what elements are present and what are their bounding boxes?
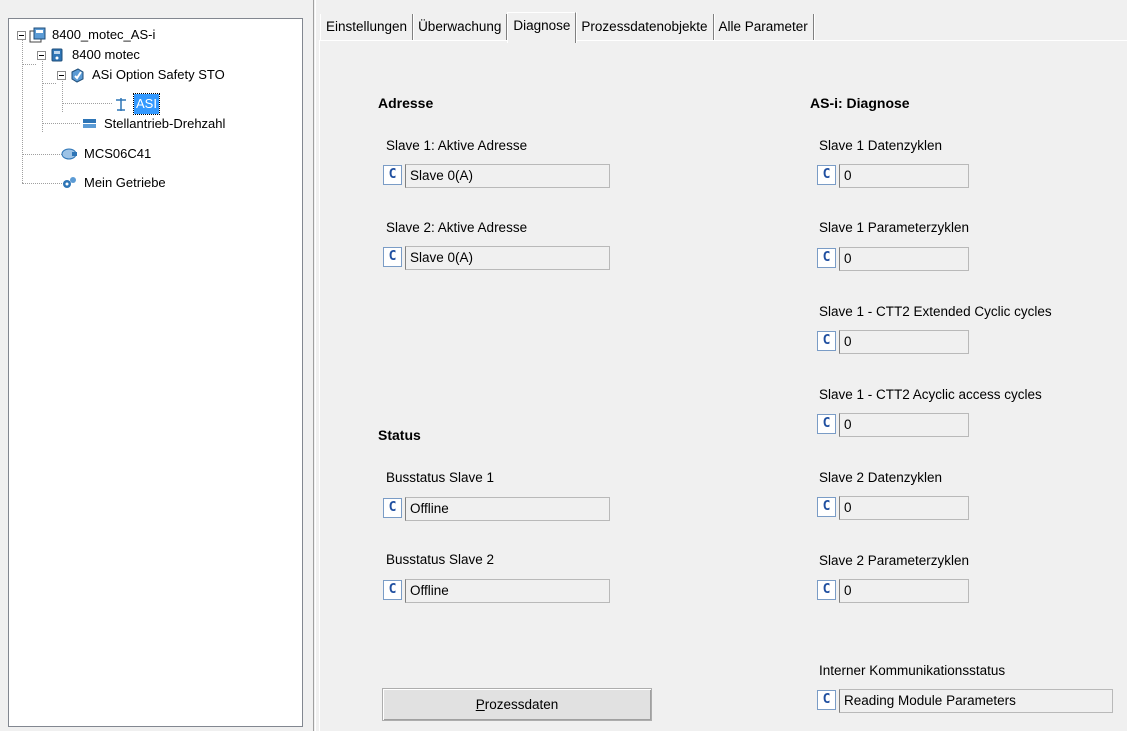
- comm-status-field: Reading Module Parameters: [839, 689, 1113, 713]
- busstatus-slave2-label: Busstatus Slave 2: [386, 552, 494, 567]
- tab-prozessdatenobjekte[interactable]: Prozessdatenobjekte: [576, 14, 713, 40]
- tree-node-motor[interactable]: MCS06C41: [61, 144, 153, 164]
- diag-label: Slave 1 - CTT2 Acyclic access cycles: [819, 387, 1042, 402]
- asi-diagnose-heading: AS-i: Diagnose: [810, 95, 910, 111]
- copy-value-button[interactable]: C: [817, 414, 836, 434]
- tab-alle-parameter[interactable]: Alle Parameter: [714, 14, 814, 40]
- tree-node-label: ASi Option Safety STO: [90, 65, 227, 85]
- copy-value-button[interactable]: C: [817, 331, 836, 351]
- tree-node-label: 8400 motec: [70, 45, 142, 65]
- copy-value-button[interactable]: C: [817, 248, 836, 268]
- comm-status-row: C Reading Module Parameters: [817, 689, 1113, 713]
- tab-diagnose[interactable]: Diagnose: [507, 12, 576, 43]
- copy-value-button[interactable]: C: [383, 580, 402, 600]
- slave2-address-row: C Slave 0(A): [383, 246, 610, 270]
- collapse-icon[interactable]: [37, 51, 46, 60]
- tree-node-drive[interactable]: 8400 motec: [37, 45, 142, 65]
- tab-ueberwachung[interactable]: Überwachung: [413, 14, 507, 40]
- diag-label: Slave 2 Parameterzyklen: [819, 553, 969, 568]
- gearbox-icon: [61, 175, 78, 191]
- copy-value-button[interactable]: C: [817, 690, 836, 710]
- tree-node-label: 8400_motec_AS-i: [50, 25, 157, 45]
- tree-node-safety-module[interactable]: ASi Option Safety STO: [57, 65, 227, 85]
- project-tree[interactable]: 8400_motec_AS-i 8400 motec ASi Option Sa…: [8, 18, 303, 727]
- diag-row: C 0: [817, 496, 969, 520]
- busstatus-slave2-field: Offline: [405, 579, 610, 603]
- busstatus-slave1-row: C Offline: [383, 497, 610, 521]
- comm-status-label: Interner Kommunikationsstatus: [819, 663, 1005, 678]
- tree-node-label: Mein Getriebe: [82, 173, 168, 193]
- slave2-address-label: Slave 2: Aktive Adresse: [386, 220, 527, 235]
- busstatus-slave1-field: Offline: [405, 497, 610, 521]
- slave2-address-field: Slave 0(A): [405, 246, 610, 270]
- module-icon: [69, 67, 86, 83]
- tree-node-label: Stellantrieb-Drehzahl: [102, 114, 227, 134]
- project-icon: [29, 27, 46, 43]
- diag-label: Slave 1 Datenzyklen: [819, 138, 942, 153]
- tree-node-label: ASI: [134, 94, 159, 114]
- tree-connector: [62, 103, 112, 104]
- prozessdaten-button[interactable]: Prozessdaten: [382, 688, 652, 721]
- copy-value-button[interactable]: C: [817, 580, 836, 600]
- tree-node-asi[interactable]: ASI: [113, 94, 159, 114]
- tree-node-project[interactable]: 8400_motec_AS-i: [17, 25, 157, 45]
- tree-connector: [42, 123, 80, 124]
- diag-label: Slave 1 - CTT2 Extended Cyclic cycles: [819, 304, 1052, 319]
- tab-strip: Einstellungen Überwachung Diagnose Proze…: [320, 12, 814, 40]
- tree-node-application[interactable]: Stellantrieb-Drehzahl: [81, 114, 227, 134]
- slave2-parameterzyklen-field: 0: [839, 579, 969, 603]
- motor-icon: [61, 146, 78, 162]
- tree-connector: [22, 35, 23, 183]
- copy-value-button[interactable]: C: [817, 497, 836, 517]
- slave1-ctt2-acyclic-field: 0: [839, 413, 969, 437]
- copy-value-button[interactable]: C: [383, 247, 402, 267]
- tree-connector: [22, 64, 36, 65]
- copy-value-button[interactable]: C: [383, 165, 402, 185]
- collapse-icon[interactable]: [17, 31, 26, 40]
- application-icon: [81, 116, 98, 132]
- button-label: rozessdaten: [485, 697, 559, 712]
- slave1-datenzyklen-field: 0: [839, 164, 969, 188]
- diag-row: C 0: [817, 413, 969, 437]
- copy-value-button[interactable]: C: [383, 498, 402, 518]
- tree-connector: [42, 83, 56, 84]
- busstatus-slave2-row: C Offline: [383, 579, 610, 603]
- slave1-address-row: C Slave 0(A): [383, 164, 610, 188]
- tree-connector: [22, 154, 66, 155]
- slave2-datenzyklen-field: 0: [839, 496, 969, 520]
- panel-splitter[interactable]: [313, 0, 316, 731]
- adresse-heading: Adresse: [378, 95, 433, 111]
- busstatus-slave1-label: Busstatus Slave 1: [386, 470, 494, 485]
- drive-icon: [49, 47, 66, 63]
- antenna-icon: [113, 96, 130, 112]
- status-heading: Status: [378, 427, 421, 443]
- slave1-parameterzyklen-field: 0: [839, 247, 969, 271]
- diag-label: Slave 1 Parameterzyklen: [819, 220, 969, 235]
- diag-label: Slave 2 Datenzyklen: [819, 470, 942, 485]
- tree-node-label: MCS06C41: [82, 144, 153, 164]
- slave1-address-field: Slave 0(A): [405, 164, 610, 188]
- slave1-address-label: Slave 1: Aktive Adresse: [386, 138, 527, 153]
- diag-row: C 0: [817, 330, 969, 354]
- tree-connector: [42, 54, 43, 132]
- diag-row: C 0: [817, 247, 969, 271]
- copy-value-button[interactable]: C: [817, 165, 836, 185]
- tree-node-gearbox[interactable]: Mein Getriebe: [61, 173, 168, 193]
- diag-row: C 0: [817, 164, 969, 188]
- collapse-icon[interactable]: [57, 71, 66, 80]
- mnemonic-letter: P: [476, 697, 485, 712]
- tree-connector: [22, 183, 66, 184]
- slave1-ctt2-extended-field: 0: [839, 330, 969, 354]
- diag-row: C 0: [817, 579, 969, 603]
- tab-einstellungen[interactable]: Einstellungen: [320, 14, 413, 40]
